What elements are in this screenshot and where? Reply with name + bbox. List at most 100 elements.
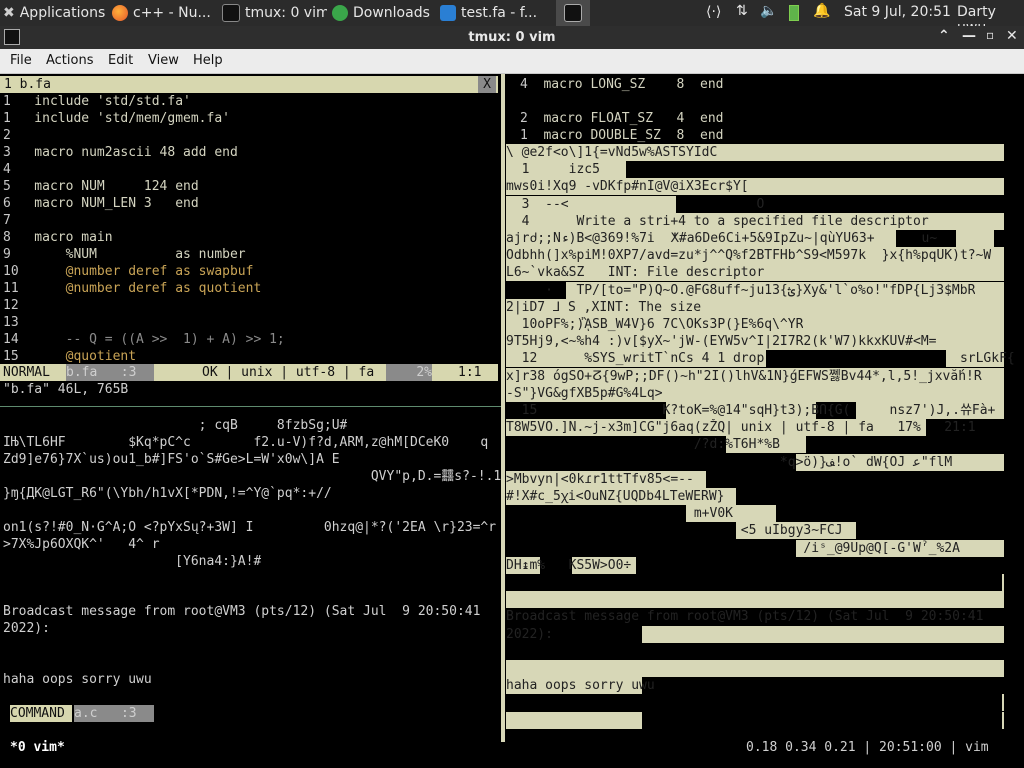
- vim-statusline: NORMAL b.fa :3 OK | unix | utf-8 | fa 2%…: [0, 364, 498, 381]
- glitch-text: mws0i!Xq9 -vDKfp#nI@V@iX3Ecr$Y[: [506, 179, 749, 195]
- line-code: macro DOUBLE_SZ 8 end: [535, 128, 724, 143]
- menu-file[interactable]: File: [10, 53, 32, 68]
- glitch-row: 3 --< O: [506, 195, 1004, 213]
- notification-bell-icon[interactable]: 🔔: [813, 3, 830, 19]
- terminal-icon: [564, 4, 582, 22]
- line-number: 12: [3, 298, 19, 313]
- tab-b-fa[interactable]: 1 b.fa: [4, 76, 51, 93]
- pane-separator[interactable]: [501, 74, 505, 742]
- glitch-text: 15 K?toK=%@14"sqH}t3);ВՈ{G( nsz7')J,.쓔Fà…: [506, 403, 996, 418]
- tab-close-button[interactable]: X: [478, 76, 496, 93]
- garbage-line: QVY"p,D.=䨻s?-!.1TN: [3, 469, 501, 484]
- menu-edit[interactable]: Edit: [108, 53, 133, 68]
- glitch-row: L6~`vka&SZ INT: File descriptor: [506, 264, 1004, 282]
- line-code: macro LONG_SZ 8 end: [535, 77, 724, 92]
- glitch-row: [506, 591, 1004, 609]
- mode-indicator: NORMAL: [3, 365, 50, 380]
- code-line[interactable]: 5 macro NUM 124 end: [3, 178, 199, 195]
- download-icon: [332, 5, 348, 21]
- code-line[interactable]: 1 include 'std/std.fa': [3, 93, 191, 110]
- vim-tabline[interactable]: 1 b.fa X: [0, 76, 498, 93]
- glitch-block: [626, 161, 1004, 179]
- battery-icon[interactable]: [789, 5, 799, 21]
- task-downloads[interactable]: Downloads: [332, 0, 435, 26]
- code-line[interactable]: 11 @number deref as quotient: [3, 280, 261, 297]
- glitch-block: [776, 505, 1004, 523]
- glitch-block: [506, 574, 1002, 591]
- code-line[interactable]: 3 macro num2ascii 48 add end: [3, 144, 238, 161]
- line-code: -- Q = ((A >> 1) + A) >> 1;: [18, 332, 285, 347]
- code-line[interactable]: 13: [3, 314, 19, 331]
- maximize-icon[interactable]: ▫: [986, 28, 994, 42]
- menu-help[interactable]: Help: [193, 53, 223, 68]
- task-vscode[interactable]: test.fa - f...: [440, 0, 552, 26]
- line-code: macro FLOAT_SZ 4 end: [535, 111, 724, 126]
- firefox-icon: [112, 5, 128, 21]
- status-filename: b.fa :3: [66, 364, 154, 381]
- code-line[interactable]: 7: [3, 212, 19, 229]
- code-line[interactable]: 9 %NUM as number: [3, 246, 246, 263]
- menu-view[interactable]: View: [148, 53, 179, 68]
- line-number: 4: [520, 77, 536, 92]
- code-line[interactable]: 4 macro LONG_SZ 8 end: [520, 76, 724, 93]
- glitch-text: Broadcast message from root@VM3 (pts/12)…: [506, 609, 984, 625]
- code-line[interactable]: [520, 93, 536, 110]
- glitch-row: x]r38 ógSO+ⵒ{9wP;;DF()~h"2I()lhV&1N}ǵEFW…: [506, 367, 1004, 385]
- glitch-row: · TP/[to="P)Q~O.@FG8uff~ju13{ؿ}Xy&'l`o%o…: [506, 281, 1004, 299]
- terminal-area[interactable]: 1 b.fa X 1 include 'std/std.fa' 1 include…: [0, 74, 1024, 768]
- glitch-text: Odbhh(]x%piM!0XP7/avd=zu*j^^Q%f2BTFHb^S9…: [506, 248, 992, 264]
- glitch-text: /iˢ_@9Up@Q[-G'Wˀ_%2A: [506, 540, 960, 556]
- code-line[interactable]: 8 macro main: [3, 229, 113, 246]
- code-line[interactable]: 12: [3, 297, 19, 314]
- glitch-block: [642, 677, 1004, 695]
- line-code: macro main: [18, 230, 113, 245]
- glitch-block: [994, 230, 1004, 247]
- top-panel: ✖ Applications c++ - Nu... tmux: 0 vim D…: [0, 0, 1024, 36]
- line-number: 1: [520, 128, 536, 143]
- menu-actions[interactable]: Actions: [46, 53, 94, 68]
- line-code: @number deref as quotient: [18, 281, 262, 296]
- code-line[interactable]: 14 -- Q = ((A >> 1) + A) >> 1;: [3, 331, 285, 348]
- left-pane[interactable]: 1 b.fa X 1 include 'std/std.fa' 1 include…: [0, 74, 501, 742]
- shade-icon[interactable]: ⌃: [938, 28, 950, 44]
- code-line[interactable]: 1 macro DOUBLE_SZ 8 end: [520, 127, 724, 144]
- vim-message: "b.fa" 46L, 765B: [3, 382, 129, 397]
- code-line[interactable]: 1 include 'std/mem/gmem.fa': [3, 110, 230, 127]
- code-line[interactable]: 6 macro NUM_LEN 3 end: [3, 195, 199, 212]
- broadcast-message-date: 2022):: [3, 621, 50, 636]
- line-number: 1: [3, 94, 19, 109]
- glitch-row: [506, 660, 1004, 677]
- task-terminal[interactable]: tmux: 0 vim: [222, 0, 327, 26]
- line-code: macro NUM 124 end: [18, 179, 199, 194]
- line-number: 2: [3, 128, 19, 143]
- menu-bar: File Actions Edit View Help: [0, 49, 1024, 74]
- task-active-terminal[interactable]: [556, 0, 590, 26]
- clock[interactable]: Sat 9 Jul, 20:51: [844, 4, 951, 20]
- glitch-row: mws0i!Xq9 -vDKfp#nI@V@iX3Ecr$Y[: [506, 178, 1004, 196]
- volume-icon[interactable]: 🔈: [760, 3, 777, 19]
- glitch-block: [506, 694, 1002, 712]
- command-line[interactable]: :q: [3, 722, 73, 739]
- code-line[interactable]: 15 @quotient: [3, 348, 136, 365]
- glitch-row: m+V0K: [506, 505, 1004, 523]
- network-icon[interactable]: ⇅: [736, 3, 748, 19]
- minimize-icon[interactable]: —: [962, 28, 976, 44]
- glitch-text: >Mbvyn|<0kɾr1ttTfv85<=--: [506, 471, 694, 487]
- code-icon[interactable]: ⟨·⟩: [706, 4, 721, 20]
- tmux-window-list[interactable]: *0 vim*: [10, 739, 65, 756]
- line-number: 3: [3, 145, 19, 160]
- code-line[interactable]: 4: [3, 161, 19, 178]
- right-pane[interactable]: 4 macro LONG_SZ 8 end 2 macro FLOAT_SZ 4…: [506, 74, 1024, 742]
- glitch-block: [706, 470, 1004, 488]
- garbage-line: on1(s?!#0_N·G^A;O <?pYxSų?+3W] I 0hzq@|*…: [3, 520, 497, 535]
- task-firefox[interactable]: c++ - Nu...: [112, 0, 216, 26]
- code-line[interactable]: 2: [3, 127, 19, 144]
- command-mode-indicator: COMMAND: [10, 705, 72, 722]
- glitch-row: 2|iD7 ⅃ S ,XINT: The size: [506, 298, 1004, 316]
- line-number: 7: [3, 213, 19, 228]
- applications-menu[interactable]: ✖ Applications: [0, 0, 108, 26]
- glitch-block: [506, 642, 1004, 660]
- close-icon[interactable]: ✕: [1006, 28, 1018, 44]
- code-line[interactable]: 10 @number deref as swapbuf: [3, 263, 253, 280]
- code-line[interactable]: 2 macro FLOAT_SZ 4 end: [520, 110, 724, 127]
